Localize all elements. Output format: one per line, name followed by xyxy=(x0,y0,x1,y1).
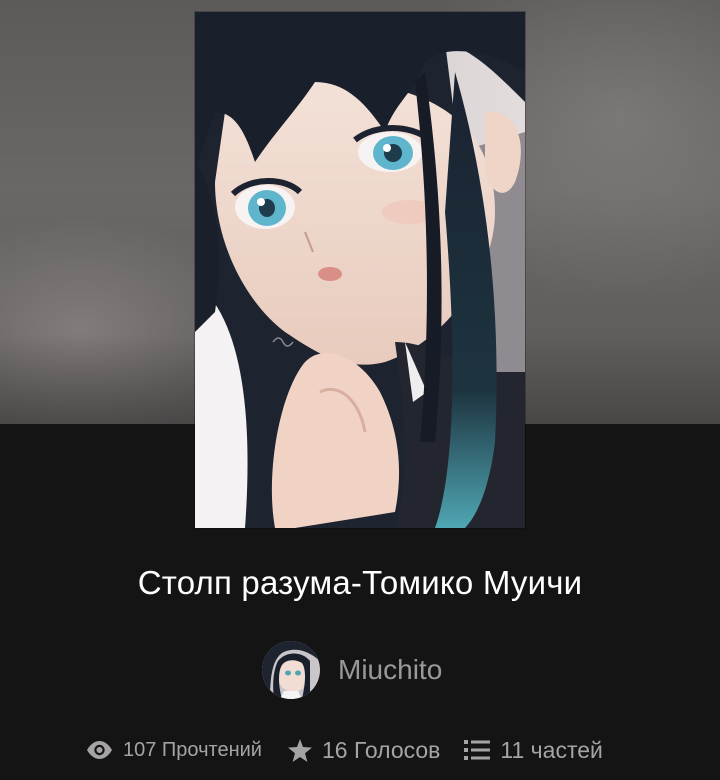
reads-count: 107 Прочтений xyxy=(123,738,262,761)
story-title: Столп разума-Томико Муичи xyxy=(137,564,583,601)
author-name[interactable]: Miuchito xyxy=(338,654,442,686)
votes-count: 16 Голосов xyxy=(321,736,441,763)
star-icon xyxy=(287,738,312,762)
author-avatar[interactable] xyxy=(262,641,320,699)
eye-icon xyxy=(86,741,113,759)
cover-illustration xyxy=(195,12,525,528)
author-link[interactable]: Miuchito xyxy=(262,640,442,700)
story-stats: 107 Прочтений 16 Голосов 11 частей xyxy=(86,730,603,770)
list-icon xyxy=(464,740,491,760)
story-cover[interactable] xyxy=(195,12,525,528)
parts-count: 11 частей xyxy=(500,736,603,763)
parts-stat: 11 частей xyxy=(464,736,603,764)
reads-stat: 107 Прочтений xyxy=(86,739,262,762)
avatar-image xyxy=(262,641,320,699)
votes-stat: 16 Голосов xyxy=(287,736,441,764)
